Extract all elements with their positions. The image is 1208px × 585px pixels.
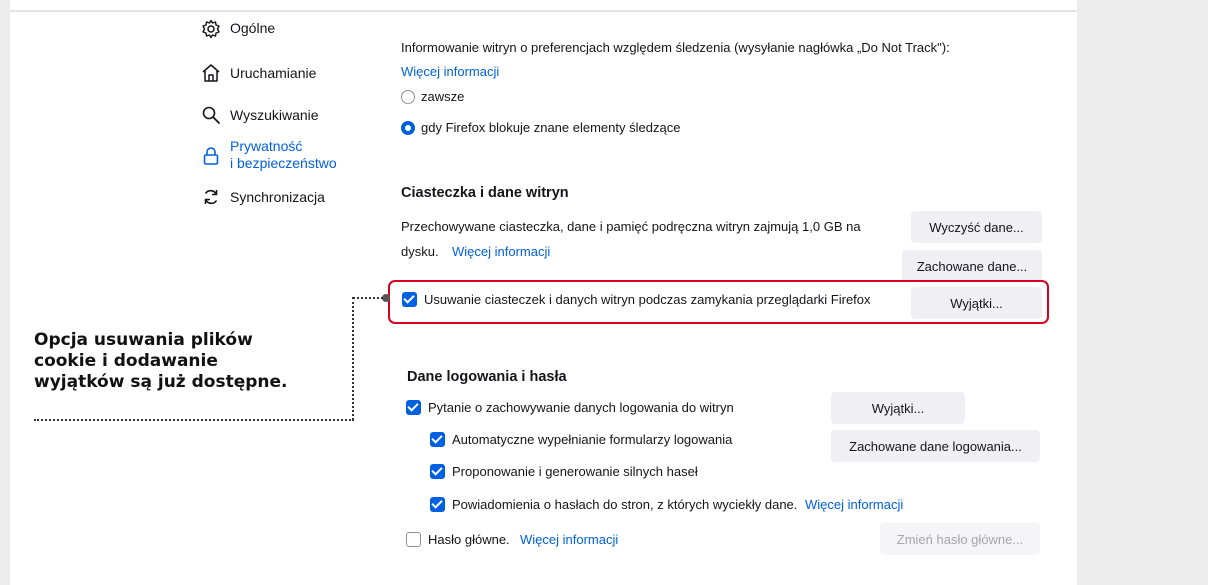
right-gutter [1077, 0, 1208, 585]
dnt-always-label[interactable]: zawsze [421, 89, 464, 104]
primary-password-more-info-link[interactable]: Więcej informacji [520, 532, 618, 547]
logins-section-title: Dane logowania i hasła [407, 369, 567, 385]
sidebar-item-privacy[interactable]: Prywatność i bezpieczeństwo [200, 138, 337, 172]
top-divider [10, 10, 1077, 12]
cookies-description-line2: dysku. [401, 244, 439, 259]
breach-alerts-label[interactable]: Powiadomienia o hasłach do stron, z któr… [452, 497, 797, 512]
callout-underline [34, 419, 354, 421]
primary-password-checkbox[interactable] [406, 532, 421, 547]
sync-icon [200, 186, 222, 208]
logins-exceptions-button[interactable]: Wyjątki... [831, 392, 965, 424]
autofill-label[interactable]: Automatyczne wypełnianie formularzy logo… [452, 432, 732, 447]
lock-icon [200, 145, 222, 167]
left-gutter [0, 0, 10, 585]
breach-alerts-more-info-link[interactable]: Więcej informacji [805, 497, 903, 512]
dnt-more-info-link[interactable]: Więcej informacji [401, 64, 499, 79]
primary-password-label[interactable]: Hasło główne. [428, 532, 510, 547]
dnt-description: Informowanie witryn o preferencjach wzgl… [401, 40, 950, 55]
suggest-passwords-label[interactable]: Proponowanie i generowanie silnych haseł [452, 464, 698, 479]
sidebar-item-label: Synchronizacja [230, 189, 325, 205]
autofill-checkbox[interactable] [430, 432, 445, 447]
dnt-blocking-radio[interactable] [401, 121, 415, 135]
search-icon [200, 104, 222, 126]
saved-logins-button[interactable]: Zachowane dane logowania... [831, 430, 1040, 462]
cookies-description: Przechowywane ciasteczka, dane i pamięć … [401, 219, 861, 234]
change-primary-password-button[interactable]: Zmień hasło główne... [880, 523, 1040, 555]
sidebar-item-label: Ogólne [230, 20, 276, 36]
sidebar-item-label: Prywatność i bezpieczeństwo [230, 138, 337, 171]
sidebar-item-sync[interactable]: Synchronizacja [200, 186, 325, 208]
dnt-blocking-label[interactable]: gdy Firefox blokuje znane elementy śledz… [421, 120, 680, 135]
callout-connector [353, 297, 383, 299]
highlight-frame [388, 280, 1049, 324]
sidebar-item-startup[interactable]: Uruchamianie [200, 62, 316, 84]
suggest-passwords-checkbox[interactable] [430, 464, 445, 479]
sidebar-item-label: Uruchamianie [230, 65, 317, 81]
home-icon [200, 62, 222, 84]
gear-icon [200, 18, 222, 40]
callout-text: Opcja usuwania plików cookie i dodawanie… [34, 330, 288, 392]
manage-data-button[interactable]: Zachowane dane... [902, 250, 1042, 282]
sidebar-item-search[interactable]: Wyszukiwanie [200, 104, 319, 126]
callout-pointer-dot [382, 294, 390, 302]
cookies-section-title: Ciasteczka i dane witryn [401, 185, 569, 201]
cookies-more-info-link[interactable]: Więcej informacji [452, 244, 550, 259]
dnt-always-radio[interactable] [401, 90, 415, 104]
breach-alerts-checkbox[interactable] [430, 497, 445, 512]
sidebar-item-label: Wyszukiwanie [230, 107, 319, 123]
ask-to-save-checkbox[interactable] [406, 400, 421, 415]
ask-to-save-label[interactable]: Pytanie o zachowywanie danych logowania … [428, 400, 734, 415]
sidebar-item-general[interactable]: Ogólne [200, 18, 275, 40]
clear-data-button[interactable]: Wyczyść dane... [911, 211, 1042, 243]
